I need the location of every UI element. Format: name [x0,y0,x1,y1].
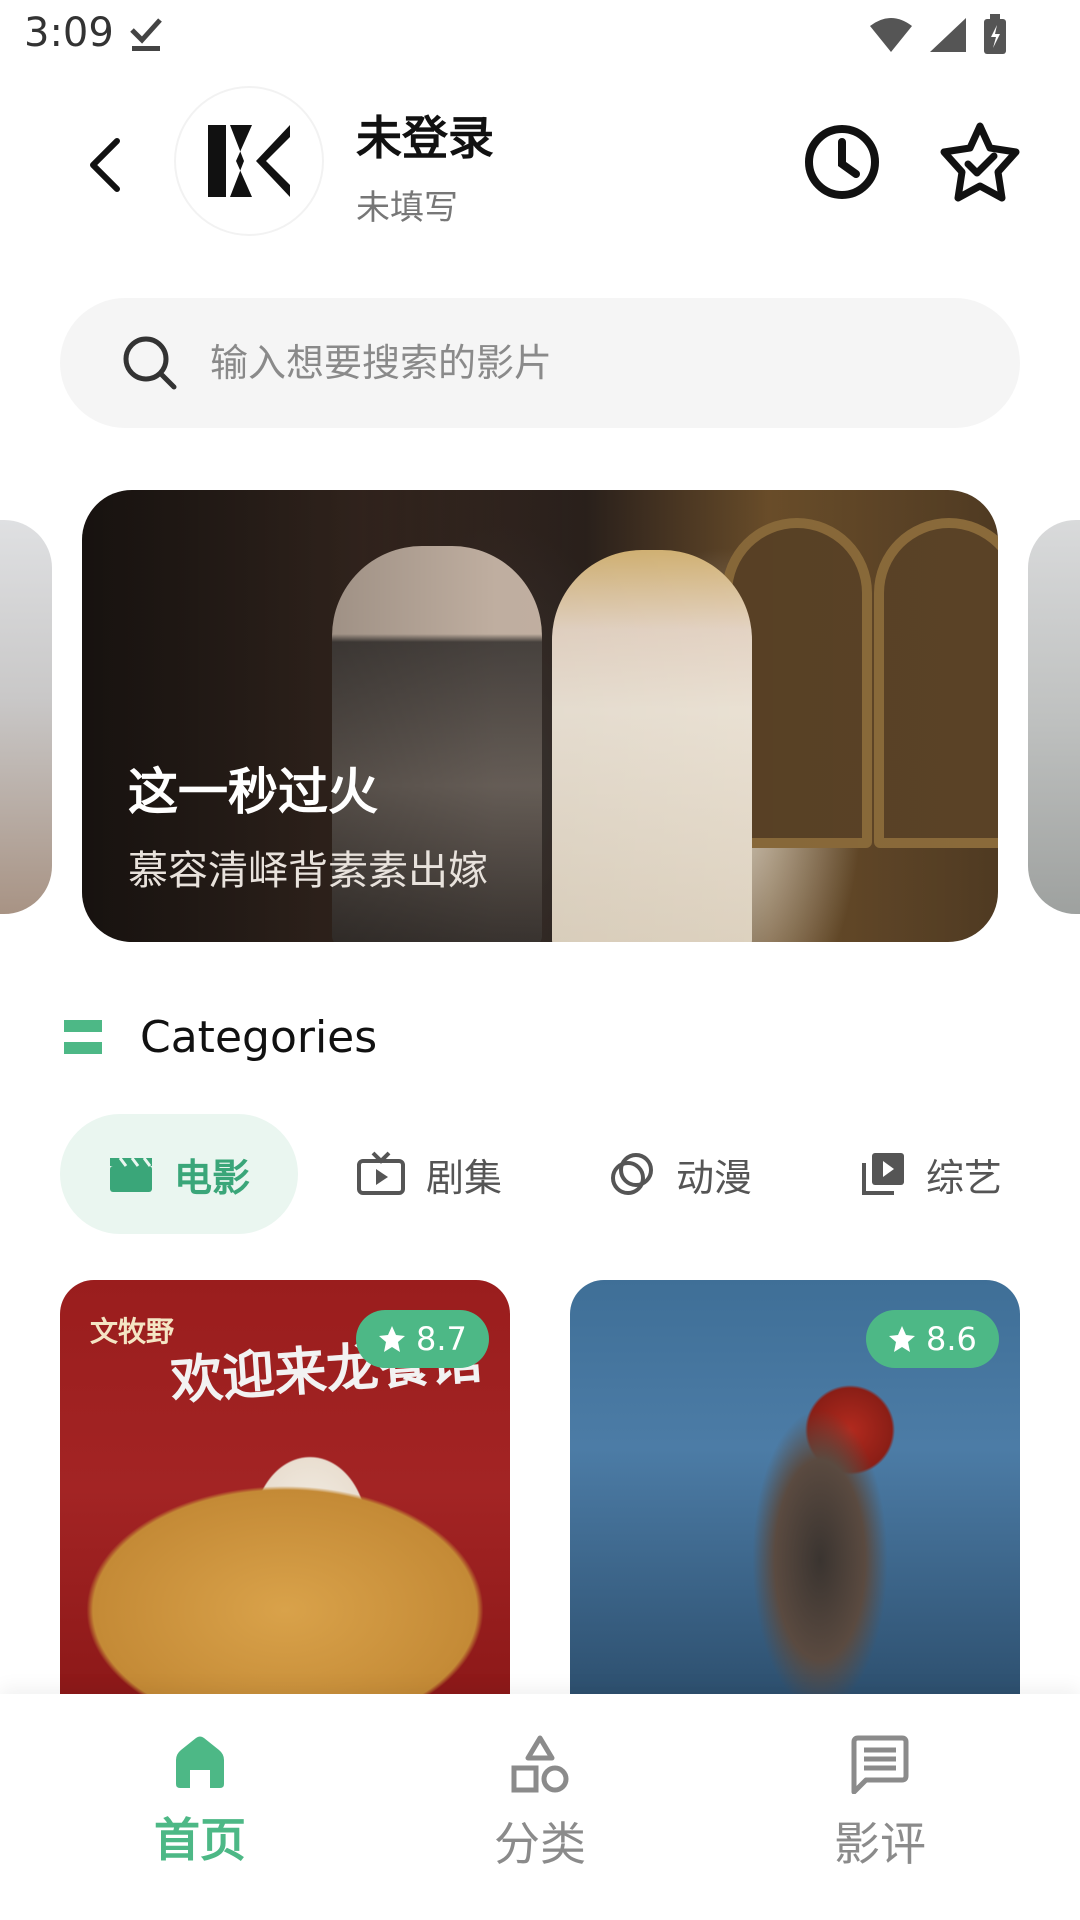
star-icon [889,1326,915,1352]
clapperboard-icon [110,1157,152,1192]
tab-variety[interactable]: 综艺 [860,1114,1002,1234]
search-icon [120,333,180,393]
nav-label: 影评 [834,1817,926,1871]
nav-label: 分类 [494,1817,586,1871]
rating-value: 8.6 [926,1320,977,1358]
tv-icon [357,1151,405,1195]
rating-badge: 8.7 [356,1310,489,1368]
categories-title: Categories [140,1012,378,1063]
search-input[interactable] [210,298,970,428]
rating-badge: 8.6 [866,1310,999,1368]
history-button[interactable] [800,120,884,204]
clock-icon [805,125,879,199]
status-bar: 3:09 [0,0,1080,72]
tab-series[interactable]: 剧集 [356,1114,502,1234]
favorites-button[interactable] [938,120,1022,204]
banner-subtitle: 慕容清峄背素素出嫁 [128,848,488,894]
user-subtitle: 未填写 [356,188,458,228]
shapes-icon [511,1735,569,1793]
tab-label: 电影 [174,1155,251,1200]
category-tabs: 电影 剧集 动漫 综艺 [60,1114,1020,1234]
tab-label: 综艺 [926,1155,1003,1200]
tab-label: 剧集 [426,1155,503,1200]
nav-categories[interactable]: 分类 [440,1734,640,1884]
tab-label: 动漫 [676,1155,753,1200]
carousel-card-current[interactable]: 这一秒过火 慕容清峄背素素出嫁 [82,490,998,942]
back-button[interactable] [80,130,130,200]
movie-card[interactable]: 8.6 [570,1280,1020,1700]
star-icon [379,1326,405,1352]
profile-header: 未登录 未填写 [0,88,1080,238]
home-icon [176,1736,224,1788]
download-done-icon [128,14,164,58]
comment-icon [851,1735,909,1794]
k-logo-icon [208,125,290,197]
banner-carousel[interactable]: 这一秒过火 慕容清峄背素素出嫁 [0,490,1080,944]
bottom-navigation: 首页 分类 影评 [0,1694,1080,1920]
carousel-card-next[interactable] [1028,520,1080,914]
poster-director-text: 文牧野 [90,1315,175,1348]
categories-header: Categories [62,1010,662,1070]
user-name[interactable]: 未登录 [356,102,494,168]
movie-grid: 文牧野 欢迎来龙餐馆 8.7 8.6 [60,1280,1020,1700]
status-indicators [868,14,1008,60]
tab-anime[interactable]: 动漫 [608,1114,752,1234]
nav-home[interactable]: 首页 [100,1734,300,1884]
video-library-icon [862,1153,904,1195]
nav-reviews[interactable]: 影评 [780,1734,980,1884]
movie-card[interactable]: 文牧野 欢迎来龙餐馆 8.7 [60,1280,510,1700]
anime-icon [611,1153,653,1195]
tab-movies[interactable]: 电影 [60,1114,299,1234]
menu-icon [64,1018,104,1058]
back-arrow-icon [90,138,120,192]
star-check-icon [940,122,1020,202]
carousel-card-prev[interactable] [0,520,52,914]
nav-label: 首页 [154,1813,246,1867]
signal-icon [928,16,968,58]
search-bar[interactable] [60,298,1020,428]
wifi-icon [868,16,914,58]
banner-title: 这一秒过火 [128,763,378,821]
avatar[interactable] [176,88,322,234]
rating-value: 8.7 [416,1320,467,1358]
status-time: 3:09 [24,10,114,56]
battery-icon [982,14,1008,60]
